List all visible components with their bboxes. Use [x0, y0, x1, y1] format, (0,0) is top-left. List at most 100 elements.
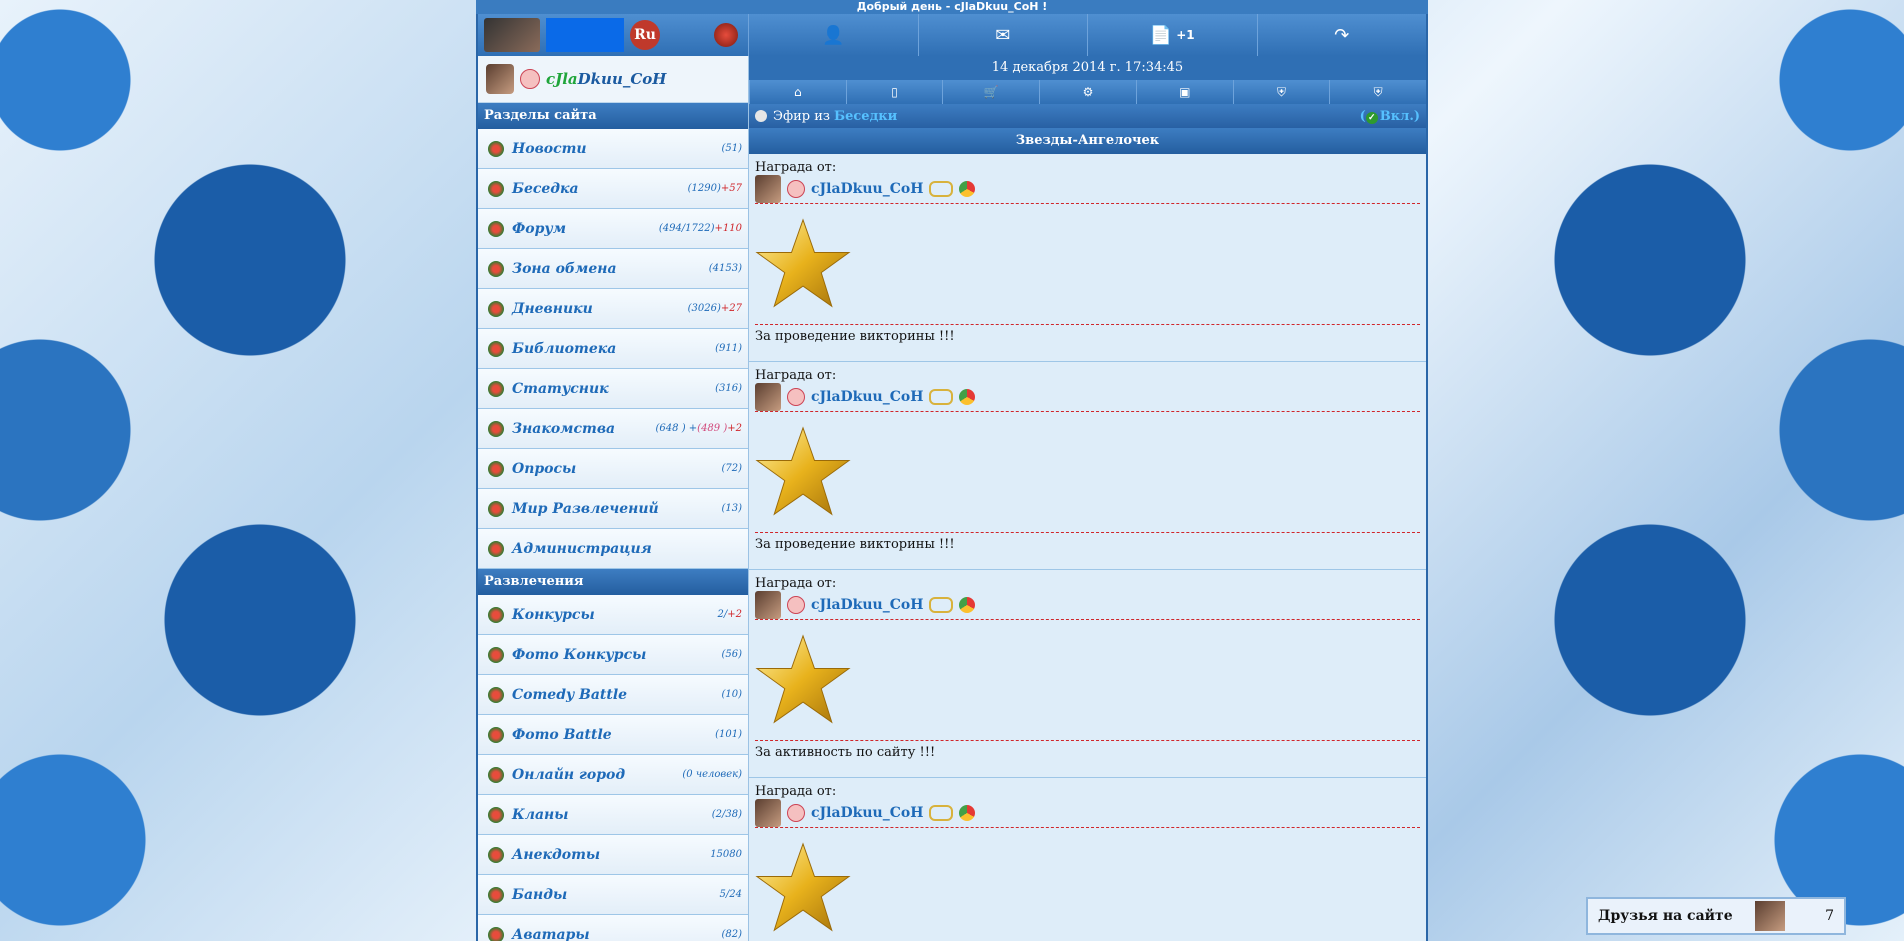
sidebar-item-count: (494/1722)+110	[658, 223, 742, 234]
exit-button[interactable]: ↷	[1256, 14, 1427, 56]
award-from-label: Награда от:	[755, 576, 837, 591]
sidebar-item-count: 2/+2	[717, 609, 742, 620]
sidebar-item-label: Форум	[512, 220, 567, 237]
phone-icon[interactable]: ▯	[845, 80, 943, 104]
sidebar-item-label: Опросы	[512, 460, 577, 477]
giver-name-link[interactable]: cJlaDkuu_CoH	[811, 181, 923, 197]
awards-list: Награда от: cJlaDkuu_CoH За проведение вик…	[749, 154, 1426, 941]
sidebar-item-label: Аватары	[512, 926, 590, 941]
rose-icon	[488, 420, 504, 437]
avatar[interactable]	[755, 591, 781, 619]
sidebar-item[interactable]: Дневники (3026)+27	[478, 289, 748, 329]
efir-link[interactable]: Беседки	[834, 109, 897, 124]
sidebar-item[interactable]: Библиотека (911)	[478, 329, 748, 369]
status-badge-icon	[787, 804, 805, 822]
sidebar-item[interactable]: Аватары (82)	[478, 915, 748, 941]
site-logo[interactable]: Ru	[478, 14, 748, 56]
rose-icon	[488, 926, 504, 941]
sidebar-item-label: Дневники	[512, 300, 593, 317]
sidebar-item-label: Фото Battle	[512, 726, 612, 743]
sidebar-item[interactable]: Фото Конкурсы (56)	[478, 635, 748, 675]
document-icon: 📄	[1149, 24, 1173, 46]
sidebar-item-label: Конкурсы	[512, 606, 595, 623]
sidebar-item[interactable]: Банды 5/24	[478, 875, 748, 915]
sidebar-item-label: Статусник	[512, 380, 609, 397]
shield-icon[interactable]: ⛨	[1232, 80, 1330, 104]
rose-icon	[488, 300, 504, 317]
avatar[interactable]	[755, 175, 781, 203]
sidebar-item[interactable]: Опросы (72)	[478, 449, 748, 489]
sidebar-item[interactable]: Онлайн город (0 человек)	[478, 755, 748, 795]
check-icon: ✓	[1365, 111, 1378, 124]
mail-button[interactable]: ✉	[917, 14, 1088, 56]
sidebar-item[interactable]: Конкурсы 2/+2	[478, 595, 748, 635]
greeting-bar: Добрый день - cJlaDkuu_CoH !	[476, 0, 1428, 14]
monitor-icon[interactable]: ▣	[1135, 80, 1233, 104]
rings-icon	[929, 389, 954, 405]
award-giver: cJlaDkuu_CoH	[755, 175, 1420, 204]
sidebar-item[interactable]: Беседка (1290)+57	[478, 169, 748, 209]
status-badge-icon	[787, 388, 805, 406]
giver-name-link[interactable]: cJlaDkuu_CoH	[811, 389, 923, 405]
current-user[interactable]: cJlaDkuu_CoH	[478, 56, 748, 103]
sidebar-item-count: (13)	[721, 503, 742, 514]
rose-icon	[488, 340, 504, 357]
efir-toggle[interactable]: (✓ Вкл.)	[1360, 109, 1420, 124]
sidebar-item-label: Библиотека	[512, 340, 617, 357]
rose-icon	[488, 806, 504, 823]
giver-name-link[interactable]: cJlaDkuu_CoH	[811, 597, 923, 613]
sidebar-item[interactable]: Зона обмена (4153)	[478, 249, 748, 289]
sidebar-item[interactable]: Знакомства (648 ) +(489 )+2	[478, 409, 748, 449]
notifications-button[interactable]: 📄 +1	[1087, 14, 1257, 56]
sidebar-item-label: Знакомства	[512, 420, 616, 437]
sidebar-item[interactable]: Статусник (316)	[478, 369, 748, 409]
sidebar-item[interactable]: Анекдоты 15080	[478, 835, 748, 875]
sidebar-item[interactable]: Форум (494/1722)+110	[478, 209, 748, 249]
avatar[interactable]	[755, 799, 781, 827]
sidebar-item-count: (72)	[721, 463, 742, 474]
site-frame: Ru 👤 ✉ 📄 +1 ↷ cJlaDkuu_CoH Разделы сайта …	[476, 14, 1428, 941]
rose-icon	[488, 726, 504, 743]
rose-icon	[488, 646, 504, 663]
sidebar-item-count: 5/24	[719, 889, 742, 900]
sidebar-item[interactable]: Новости (51)	[478, 129, 748, 169]
sidebar-item-count: (2/38)	[711, 809, 742, 820]
sidebar-item-count: (82)	[721, 929, 742, 940]
award-giver: cJlaDkuu_CoH	[755, 799, 1420, 828]
award-giver: cJlaDkuu_CoH	[755, 591, 1420, 620]
cart-icon[interactable]: 🛒	[942, 80, 1039, 104]
giver-name-link[interactable]: cJlaDkuu_CoH	[811, 805, 923, 821]
fun-list: Конкурсы 2/+2 Фото Конкурсы (56) Comedy Batt…	[478, 595, 748, 941]
sidebar-item-label: Кланы	[512, 806, 569, 823]
efir-prefix: Эфир из	[773, 108, 830, 124]
gear-icon[interactable]: ⚙	[1039, 80, 1136, 104]
sidebar-item-label: Зона обмена	[512, 260, 617, 277]
sidebar-item[interactable]: Мир Развлечений (13)	[478, 489, 748, 529]
rose-icon	[488, 846, 504, 863]
sidebar-item[interactable]: Администрация	[478, 529, 748, 569]
shield-alt-icon[interactable]: ⛨	[1329, 80, 1426, 104]
sidebar-item[interactable]: Кланы (2/38)	[478, 795, 748, 835]
rose-icon	[488, 140, 504, 157]
sidebar-item-label: Comedy Battle	[512, 686, 628, 703]
sidebar-item-label: Администрация	[512, 540, 652, 557]
chrome-icon	[959, 389, 976, 405]
award-entry: Награда от: cJlaDkuu_CoH	[749, 778, 1426, 941]
rose-icon	[488, 500, 504, 517]
friend-avatar	[1755, 901, 1786, 931]
profile-button[interactable]: 👤	[748, 14, 918, 56]
sidebar-item-label: Новости	[512, 140, 587, 157]
sidebar-item-count: (316)	[715, 383, 742, 394]
award-from-label: Награда от:	[755, 784, 837, 799]
friends-online[interactable]: Друзья на сайте 7	[1586, 897, 1846, 935]
notify-badge: +1	[1176, 28, 1195, 42]
avatar[interactable]	[755, 383, 781, 411]
sidebar-item-label: Беседка	[512, 180, 579, 197]
sidebar-item-count: (0 человек)	[682, 769, 742, 780]
sidebar-item-count: 15080	[710, 849, 742, 860]
main-content: 14 декабря 2014 г. 17:34:45 ⌂ ▯ 🛒 ⚙ ▣ ⛨ …	[749, 56, 1426, 941]
sidebar-item[interactable]: Comedy Battle (10)	[478, 675, 748, 715]
bowl-icon	[755, 110, 767, 122]
home-icon[interactable]: ⌂	[749, 80, 846, 104]
sidebar-item[interactable]: Фото Battle (101)	[478, 715, 748, 755]
